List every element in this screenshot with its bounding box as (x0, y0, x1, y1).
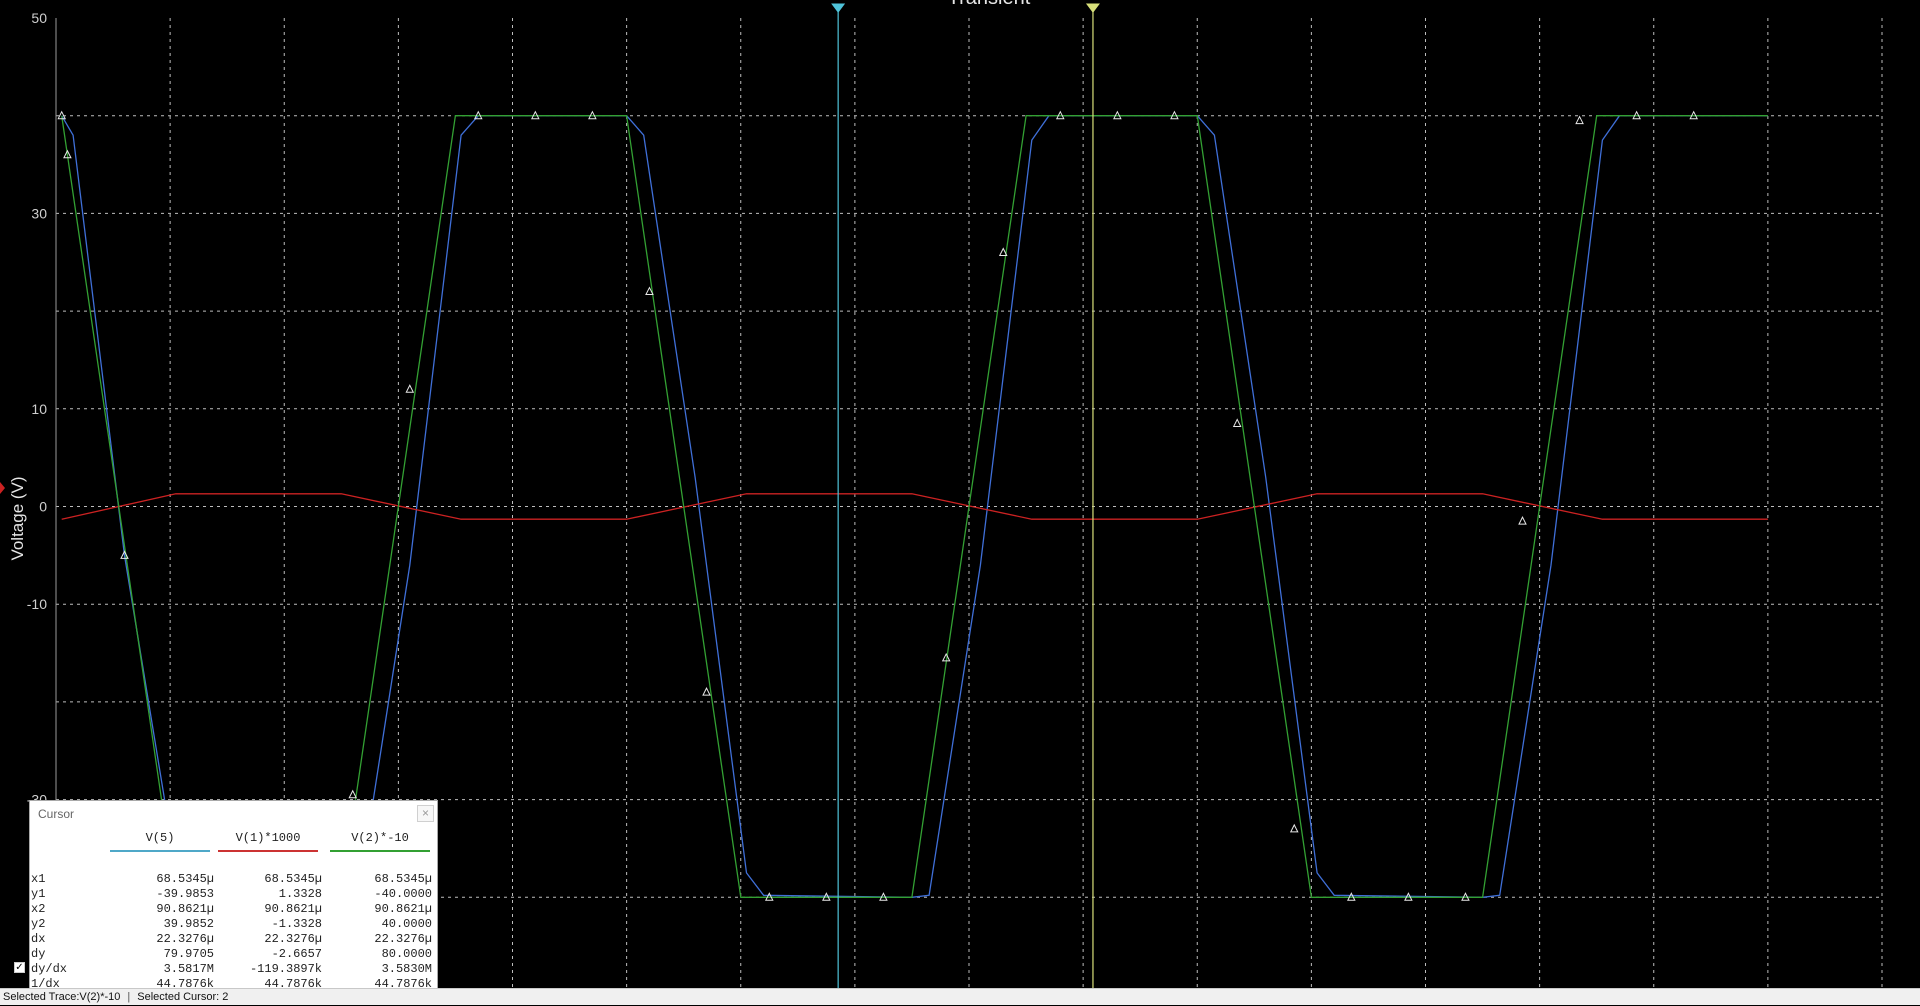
row-label: dx (31, 932, 46, 946)
cell-value: -39.9853 (156, 887, 214, 901)
cell-value: 68.5345µ (264, 872, 322, 886)
cursor-panel-title: Cursor (38, 807, 75, 821)
status-selected-cursor: Selected Cursor: 2 (137, 991, 229, 1003)
data-point-marker (405, 384, 415, 393)
cursor-row-y2: y2 39.9852 -1.3328 40.0000 (30, 917, 439, 931)
cursor-row-y1: y1 -39.9853 1.3328 -40.0000 (30, 887, 439, 901)
cell-value: 40.0000 (381, 917, 432, 931)
cell-value: 22.3276µ (156, 932, 214, 946)
cell-value: 90.8621µ (156, 902, 214, 916)
cell-value: 3.5817M (163, 962, 214, 976)
cell-value: 90.8621µ (374, 902, 432, 916)
cell-value: 90.8621µ (264, 902, 322, 916)
status-bar: Selected Trace:V(2)*-10 | Selected Cursor:… (0, 988, 1920, 1005)
cell-value: 22.3276µ (374, 932, 432, 946)
row-label: dy/dx (31, 962, 68, 976)
cell-value: 68.5345µ (374, 872, 432, 886)
y-axis-label: Voltage (V) (8, 476, 27, 560)
column-header-v2: V(2)*-10 (351, 831, 409, 845)
data-point-marker (1518, 516, 1527, 525)
cell-value: -119.3897k (249, 962, 322, 976)
cursor-1-handle (831, 3, 846, 13)
column-header-v1: V(1)*1000 (235, 831, 301, 845)
y-tick-label: 50 (31, 10, 47, 26)
row-label: x1 (31, 872, 46, 886)
cursor-row-dy: dy 79.9705 -2.6657 80.0000 (30, 947, 439, 961)
cell-value: 68.5345µ (156, 872, 214, 886)
cell-value: 79.9705 (163, 947, 214, 961)
cell-value: 39.9852 (163, 917, 214, 931)
cursor-row-dydx: dy/dx 3.5817M -119.3897k 3.5830M (30, 962, 439, 976)
row-label: x2 (31, 902, 46, 916)
row-label: dy (31, 947, 46, 961)
column-color-v2 (330, 850, 430, 852)
status-selected-trace: Selected Trace:V(2)*-10 (3, 991, 121, 1003)
cell-value: 22.3276µ (264, 932, 322, 946)
data-point-marker (1289, 823, 1299, 833)
cell-value: -40.0000 (374, 887, 432, 901)
column-color-v5 (110, 850, 210, 852)
data-point-marker (702, 687, 711, 696)
axis-edge-marker (0, 482, 5, 494)
column-color-v1 (218, 850, 318, 852)
cursor-row-x1: x1 68.5345µ 68.5345µ 68.5345µ (30, 872, 439, 886)
row-label: y2 (31, 917, 46, 931)
close-icon[interactable]: × (417, 805, 434, 822)
y-tick-label: 30 (31, 205, 47, 221)
cell-value: 3.5830M (381, 962, 432, 976)
cursor-panel-checkbox[interactable]: ✓ (14, 962, 25, 973)
cursor-row-x2: x2 90.8621µ 90.8621µ 90.8621µ (30, 902, 439, 916)
y-tick-label: 10 (31, 401, 47, 417)
cursor-2-handle (1085, 3, 1100, 13)
column-header-v5: V(5) (145, 831, 175, 845)
chart-title: Transient (948, 0, 1031, 9)
cell-value: -1.3328 (271, 917, 322, 931)
data-point-marker (1575, 115, 1584, 125)
y-tick-label: -10 (27, 596, 47, 612)
cursor-panel[interactable]: Cursor × V(5) V(1)*1000 V(2)*-10 x1 68.5… (29, 800, 438, 997)
cell-value: 1.3328 (278, 887, 322, 901)
data-point-marker (1232, 418, 1242, 427)
cursor-row-dx: dx 22.3276µ 22.3276µ 22.3276µ (30, 932, 439, 946)
row-label: y1 (31, 887, 46, 901)
cell-value: 80.0000 (381, 947, 432, 961)
data-point-marker (348, 789, 358, 799)
y-tick-label: 0 (39, 499, 47, 515)
cell-value: -2.6657 (271, 947, 322, 961)
